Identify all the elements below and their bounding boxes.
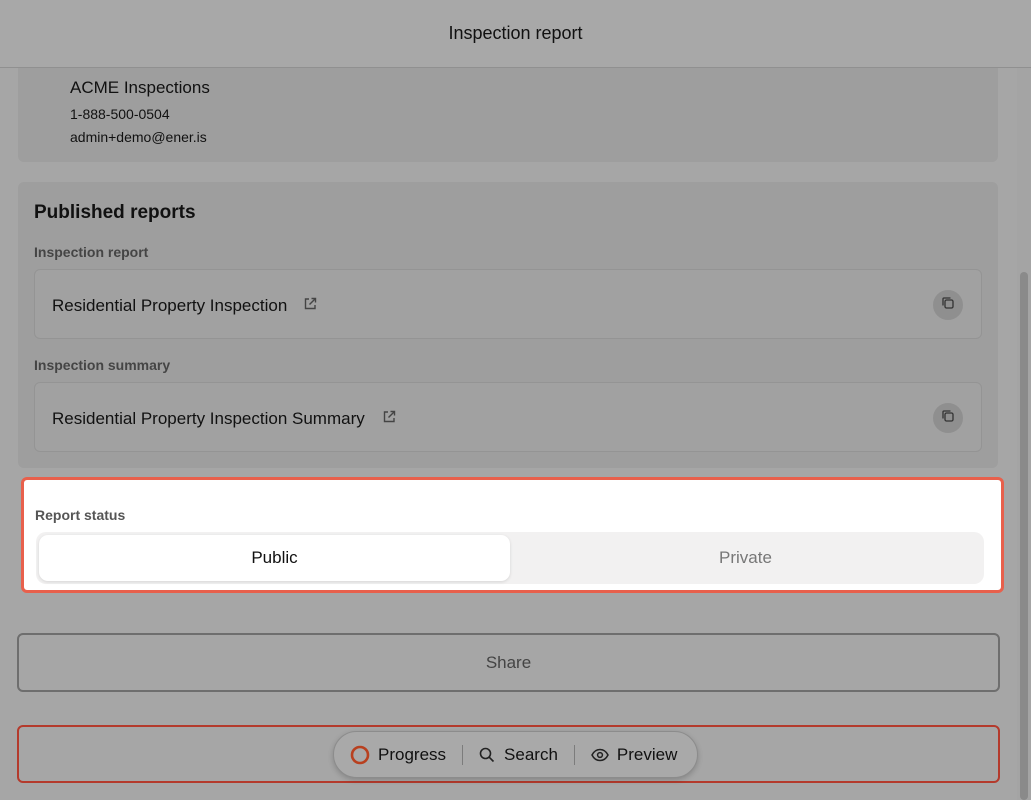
inspection-report-row: Residential Property Inspection: [34, 269, 982, 339]
report-status-panel: Report status Public Private: [21, 477, 1004, 593]
preview-button[interactable]: Preview: [575, 732, 693, 777]
inspection-summary-label: Inspection summary: [34, 357, 171, 373]
page-title: Inspection report: [448, 23, 583, 43]
company-card: ACME Inspections 1-888-500-0504 admin+de…: [18, 68, 998, 162]
share-button[interactable]: Share: [17, 633, 1000, 692]
external-link-icon[interactable]: [303, 297, 317, 311]
report-status-label: Report status: [35, 507, 126, 523]
copy-report-link-button[interactable]: [933, 290, 963, 320]
progress-ring-icon: [350, 745, 370, 765]
search-label: Search: [504, 744, 558, 764]
status-option-public[interactable]: Public: [39, 535, 510, 581]
company-name: ACME Inspections: [70, 78, 210, 97]
inspection-summary-row: Residential Property Inspection Summary: [34, 382, 982, 452]
eye-icon: [591, 748, 609, 762]
search-icon: [479, 747, 495, 763]
company-email: admin+demo@ener.is: [70, 129, 207, 145]
company-phone: 1-888-500-0504: [70, 106, 170, 122]
search-button[interactable]: Search: [463, 732, 574, 777]
external-link-icon[interactable]: [382, 410, 396, 424]
inspection-report-link[interactable]: Residential Property Inspection: [52, 296, 287, 316]
bottom-nav-pill: Progress Search Preview: [333, 731, 698, 778]
copy-icon: [941, 409, 955, 428]
copy-icon: [941, 296, 955, 315]
published-reports-card: Published reports Inspection report Resi…: [18, 182, 998, 468]
progress-button[interactable]: Progress: [334, 732, 462, 777]
copy-summary-link-button[interactable]: [933, 403, 963, 433]
status-option-private[interactable]: Private: [510, 535, 981, 581]
top-bar: Inspection report: [0, 0, 1031, 68]
progress-label: Progress: [378, 744, 447, 764]
report-status-toggle: Public Private: [36, 532, 984, 584]
scrollbar-thumb[interactable]: [1020, 272, 1028, 800]
inspection-report-label: Inspection report: [34, 244, 149, 260]
inspection-summary-link[interactable]: Residential Property Inspection Summary: [52, 409, 365, 429]
published-reports-title: Published reports: [34, 202, 196, 223]
preview-label: Preview: [616, 744, 678, 764]
